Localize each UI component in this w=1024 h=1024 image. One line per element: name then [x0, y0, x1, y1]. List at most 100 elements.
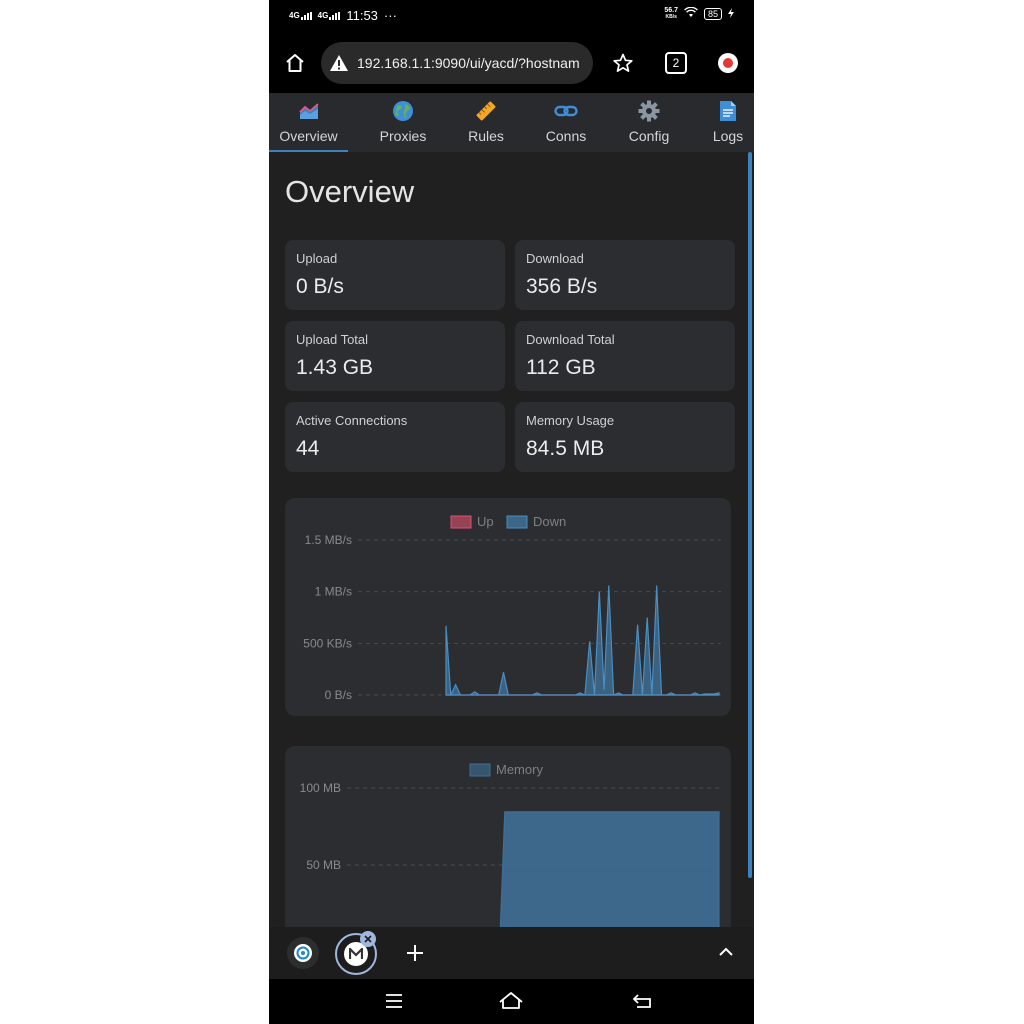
- tabs-icon: 2: [665, 52, 687, 74]
- stat-value: 0 B/s: [296, 275, 344, 298]
- home-nav-button[interactable]: [498, 990, 524, 1017]
- stat-label: Download Total: [526, 332, 615, 347]
- menu-icon: [386, 994, 402, 1008]
- signal-label: 4G: [289, 10, 300, 20]
- y-tick-label: 50 MB: [306, 858, 341, 872]
- tab-logs[interactable]: Logs: [709, 93, 747, 152]
- wifi-icon: [684, 6, 698, 21]
- yacd-app: Overview Proxies Rules Conns Config Logs…: [269, 93, 754, 927]
- legend-swatch: [506, 515, 528, 529]
- status-bar: 4G 4G 11:53 ··· 56.7 KB/s 85: [269, 0, 754, 32]
- back-button[interactable]: [631, 991, 653, 1016]
- chevron-up-icon: [719, 947, 733, 956]
- cell-signal-icon: 4G: [289, 10, 312, 20]
- app-nav: Overview Proxies Rules Conns Config Logs: [269, 93, 754, 152]
- expand-tabs-button[interactable]: [718, 945, 734, 963]
- home-icon: [286, 54, 304, 72]
- cell-signal-icon-2: 4G: [317, 10, 341, 20]
- address-bar[interactable]: 192.168.1.1:9090/ui/yacd/?hostnam: [321, 42, 593, 84]
- star-icon: [613, 53, 633, 72]
- tab-label: Overview: [279, 128, 338, 144]
- clock: 11:53: [346, 8, 378, 23]
- tab-thumbnail-1[interactable]: [287, 937, 319, 969]
- tab-overview[interactable]: Overview: [269, 93, 348, 152]
- y-tick-label: 1 MB/s: [315, 585, 352, 599]
- memory-chart: Memory 50 MB 100 MB: [300, 762, 721, 927]
- stat-label: Upload Total: [296, 332, 369, 347]
- tab-config[interactable]: Config: [624, 93, 674, 152]
- stat-label: Memory Usage: [526, 413, 615, 428]
- stat-card-upload: Upload 0 B/s: [285, 240, 505, 310]
- stat-value: 44: [296, 437, 320, 460]
- globe-icon: [392, 100, 414, 122]
- close-tab-button[interactable]: [360, 931, 376, 947]
- stat-card-active-connections: Active Connections 44: [285, 402, 505, 472]
- stat-value: 356 B/s: [526, 275, 598, 298]
- signal-label-2: 4G: [317, 10, 329, 20]
- recent-apps-button[interactable]: [383, 991, 405, 1016]
- warning-icon[interactable]: [329, 54, 349, 72]
- net-speed-value: 56.7: [664, 7, 678, 14]
- home-button[interactable]: [277, 45, 313, 81]
- tab-conns[interactable]: Conns: [543, 93, 589, 152]
- stat-card-memory-usage: Memory Usage 84.5 MB: [515, 402, 735, 472]
- series-area-down: [445, 585, 720, 696]
- system-navigation-bar: [269, 979, 754, 1024]
- overview-page: Overview Upload 0 B/s Download 356 B/s U…: [269, 152, 754, 927]
- profile-button[interactable]: [710, 45, 746, 81]
- browser-tab-strip: [269, 927, 754, 979]
- stat-value: 84.5 MB: [526, 437, 605, 460]
- legend-label: Up: [477, 514, 494, 529]
- plus-icon: [407, 945, 423, 961]
- legend-swatch: [469, 763, 491, 777]
- home-nav-icon: [499, 992, 523, 1009]
- traffic-chart: Up Down 0 B/s 500 KB/s 1 MB/s 1.5 MB/s: [303, 514, 721, 702]
- tab-proxies[interactable]: Proxies: [374, 93, 432, 152]
- close-icon: [364, 935, 372, 943]
- tabs-button[interactable]: 2: [658, 45, 694, 81]
- stat-label: Download: [526, 251, 584, 266]
- legend-label: Down: [533, 514, 566, 529]
- ruler-icon: [475, 100, 497, 122]
- net-speed-unit: KB/s: [665, 14, 677, 20]
- y-tick-label: 100 MB: [300, 781, 341, 795]
- battery-icon: 85: [703, 8, 722, 20]
- url-text[interactable]: 192.168.1.1:9090/ui/yacd/?hostnam: [357, 55, 580, 71]
- site-favicon-icon: [294, 944, 312, 962]
- link-icon: [554, 100, 578, 122]
- profile-icon: [718, 53, 738, 73]
- network-speed: 56.7 KB/s: [664, 7, 678, 21]
- tab-label: Conns: [545, 128, 587, 144]
- legend-swatch: [450, 515, 472, 529]
- tab-label: Logs: [712, 128, 744, 144]
- bookmark-button[interactable]: [605, 45, 641, 81]
- y-tick-label: 500 KB/s: [303, 636, 352, 650]
- new-tab-button[interactable]: [403, 941, 427, 970]
- stat-value: 1.43 GB: [296, 356, 374, 379]
- stat-card-download-total: Download Total 112 GB: [515, 321, 735, 391]
- scrollbar[interactable]: [748, 152, 752, 878]
- stat-label: Upload: [296, 251, 338, 266]
- stat-card-upload-total: Upload Total 1.43 GB: [285, 321, 505, 391]
- traffic-chart-card: Up Down 0 B/s 500 KB/s 1 MB/s 1.5 MB/s: [285, 498, 731, 716]
- charging-icon: [728, 7, 734, 21]
- tab-label: Config: [628, 128, 670, 144]
- back-icon: [632, 994, 651, 1008]
- phone-screen: 4G 4G 11:53 ··· 56.7 KB/s 85 192.168.1.1…: [269, 0, 754, 1024]
- browser-toolbar: 192.168.1.1:9090/ui/yacd/?hostnam 2: [269, 38, 754, 90]
- y-tick-label: 0 B/s: [325, 688, 352, 702]
- document-icon: [719, 100, 737, 122]
- gear-icon: [638, 100, 660, 122]
- tab-label: Proxies: [379, 128, 427, 144]
- y-tick-label: 1.5 MB/s: [305, 533, 352, 547]
- stat-label: Active Connections: [296, 413, 408, 428]
- memory-chart-card: Memory 50 MB 100 MB: [285, 746, 731, 927]
- overview-chart-icon: [298, 100, 320, 122]
- tab-rules[interactable]: Rules: [466, 93, 506, 152]
- more-notifications: ···: [383, 8, 397, 23]
- tab-label: Rules: [468, 128, 504, 144]
- stat-value: 112 GB: [526, 356, 596, 379]
- page-title: Overview: [285, 174, 415, 209]
- legend-label: Memory: [496, 762, 543, 777]
- series-area-memory: [499, 811, 720, 927]
